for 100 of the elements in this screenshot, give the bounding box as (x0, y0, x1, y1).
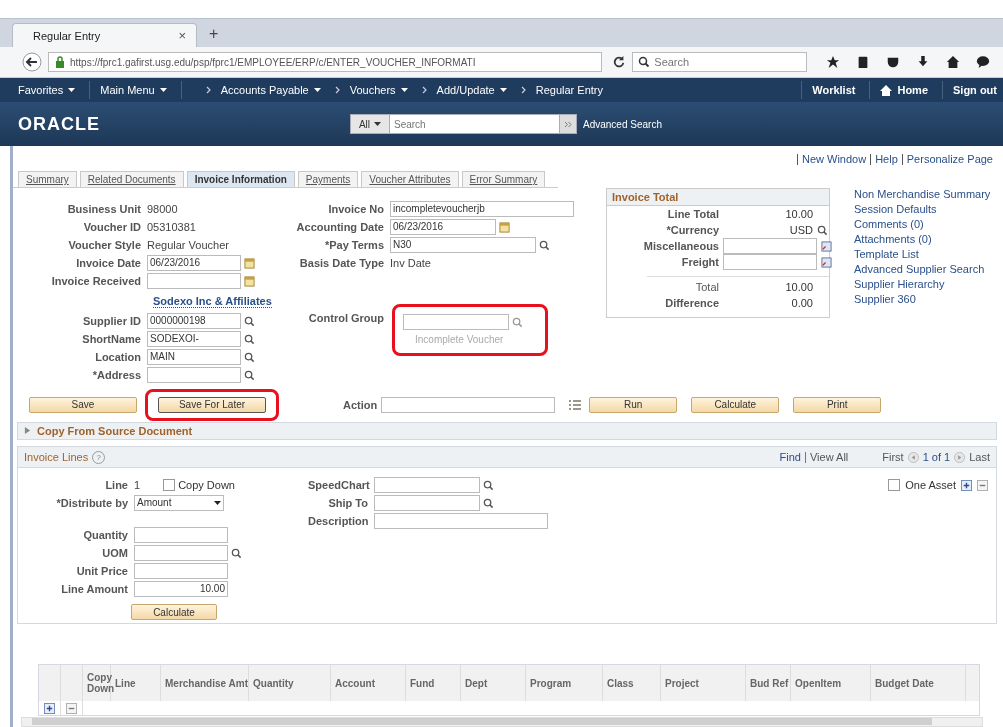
address-field[interactable]: https://fprc1.gafirst.usg.edu/psp/fprc1/EMPLOYEE/ERP/c/ENTER_VOUCHER_INFORMATI (47, 52, 603, 72)
checkbox-label: One Asset (905, 479, 956, 492)
nav-menu-item[interactable]: Accounts Payable (220, 84, 309, 96)
home-icon[interactable] (946, 55, 960, 69)
delete-row-icon[interactable] (66, 702, 77, 714)
search-go-button[interactable] (560, 114, 577, 134)
reload-icon[interactable] (612, 55, 627, 69)
input-field[interactable] (134, 563, 228, 580)
checkbox[interactable] (163, 479, 176, 492)
related-link[interactable]: Non Merchandise Summary (854, 188, 991, 200)
related-link[interactable]: Template List (854, 248, 991, 260)
search-field[interactable]: Search (390, 114, 560, 134)
nav-link[interactable]: Sign out (953, 84, 997, 96)
save-button[interactable]: Save (29, 396, 137, 413)
input-field[interactable] (134, 545, 228, 562)
input-field[interactable]: SODEXOI- (147, 331, 241, 347)
action-button[interactable]: Print (793, 396, 882, 413)
search-icon[interactable] (483, 497, 494, 509)
back-icon[interactable] (22, 52, 42, 72)
related-link[interactable]: Attachments (0) (854, 233, 991, 245)
nav-menu-item[interactable]: Add/Update (436, 84, 495, 96)
pocket-icon[interactable] (886, 55, 901, 69)
chat-icon[interactable] (976, 55, 990, 69)
delete-row-icon[interactable] (977, 479, 988, 491)
first-link[interactable]: First (882, 451, 904, 464)
input-field[interactable]: incompletevoucherjb (390, 201, 574, 217)
scope-dropdown[interactable]: All (350, 114, 390, 134)
dropdown[interactable]: Amount (134, 495, 224, 512)
calendar-icon[interactable] (499, 221, 510, 233)
input-field[interactable] (723, 238, 817, 254)
page-link[interactable]: Personalize Page (901, 154, 993, 165)
home-icon[interactable] (880, 84, 893, 96)
search-icon[interactable] (244, 351, 255, 363)
search-icon[interactable] (539, 239, 550, 251)
calendar-icon[interactable] (244, 257, 255, 269)
input-field[interactable] (403, 314, 509, 330)
horizontal-scrollbar[interactable] (21, 717, 983, 727)
collapsible-section-header[interactable]: Copy From Source Document (17, 421, 997, 441)
input-field[interactable] (374, 513, 548, 530)
search-icon[interactable] (244, 369, 255, 381)
search-input[interactable]: Search (654, 56, 795, 68)
nav-link[interactable]: Home (897, 84, 928, 96)
search-icon[interactable] (231, 547, 242, 559)
input-field[interactable] (147, 367, 241, 383)
input-field[interactable]: N30 (390, 237, 536, 253)
action-button[interactable]: Calculate (691, 396, 780, 413)
input-field[interactable]: 10.00 (134, 581, 228, 598)
nav-menu-item[interactable]: Favorites (18, 84, 64, 96)
previous-icon[interactable] (907, 451, 919, 463)
new-tab-button[interactable]: + (203, 25, 225, 47)
nav-menu-item[interactable]: Regular Entry (535, 84, 603, 96)
search-icon[interactable] (244, 333, 255, 345)
calculator-icon[interactable] (821, 256, 832, 268)
calculator-icon[interactable] (821, 240, 832, 252)
search-icon[interactable] (244, 315, 255, 327)
page-tab[interactable]: Invoice Information (186, 171, 295, 187)
nav-menu-item[interactable]: Vouchers (349, 84, 396, 96)
input-field[interactable] (374, 495, 480, 512)
action-button[interactable]: Run (589, 396, 678, 413)
page-tab[interactable]: Payments (297, 171, 359, 187)
browser-tab[interactable]: Regular Entry × (12, 23, 197, 47)
input-field[interactable]: 06/23/2016 (147, 255, 241, 271)
supplier-link[interactable]: Sodexo Inc & Affiliates (153, 294, 272, 308)
input-field[interactable]: MAIN (147, 349, 241, 365)
input-field[interactable] (134, 527, 228, 544)
search-icon[interactable] (817, 224, 828, 236)
checkbox[interactable] (888, 479, 901, 492)
save-for-later-button[interactable]: Save For Later (158, 396, 266, 413)
input-field[interactable] (723, 254, 817, 270)
calendar-icon[interactable] (244, 275, 255, 287)
related-link[interactable]: Comments (0) (854, 218, 991, 230)
search-icon[interactable] (483, 479, 494, 491)
close-icon[interactable]: × (178, 28, 186, 43)
page-tab[interactable]: Summary (18, 171, 77, 187)
related-link[interactable]: Supplier Hierarchy (854, 278, 991, 290)
related-link[interactable]: Advanced Supplier Search (854, 263, 991, 275)
page-link[interactable]: Help (870, 154, 898, 165)
page-link[interactable]: New Window (796, 154, 867, 165)
find-link[interactable]: Find (779, 451, 801, 464)
related-link[interactable]: Supplier 360 (854, 293, 991, 305)
page-tab[interactable]: Voucher Attributes (361, 171, 459, 187)
page-tab[interactable]: Related Documents (79, 171, 184, 187)
add-row-icon[interactable] (961, 479, 972, 491)
input-field[interactable] (374, 477, 480, 494)
advanced-search-link[interactable]: Advanced Search (583, 118, 662, 130)
calculate-button[interactable]: Calculate (131, 604, 217, 621)
nav-menu-item[interactable]: Main Menu (100, 84, 155, 96)
last-link[interactable]: Last (969, 451, 990, 464)
star-icon[interactable] (826, 55, 841, 69)
browser-search-field[interactable]: Search (632, 52, 808, 72)
next-icon[interactable] (954, 451, 966, 463)
related-link[interactable]: Session Defaults (854, 203, 991, 215)
page-tab[interactable]: Error Summary (461, 171, 546, 187)
action-field[interactable] (381, 396, 556, 413)
input-field[interactable] (147, 273, 241, 289)
add-row-icon[interactable] (44, 702, 55, 714)
input-field[interactable]: 06/23/2016 (390, 219, 496, 235)
view-all-link[interactable]: View All (804, 451, 849, 463)
input-field[interactable]: 0000000198 (147, 313, 241, 329)
nav-link[interactable]: Worklist (812, 84, 856, 96)
